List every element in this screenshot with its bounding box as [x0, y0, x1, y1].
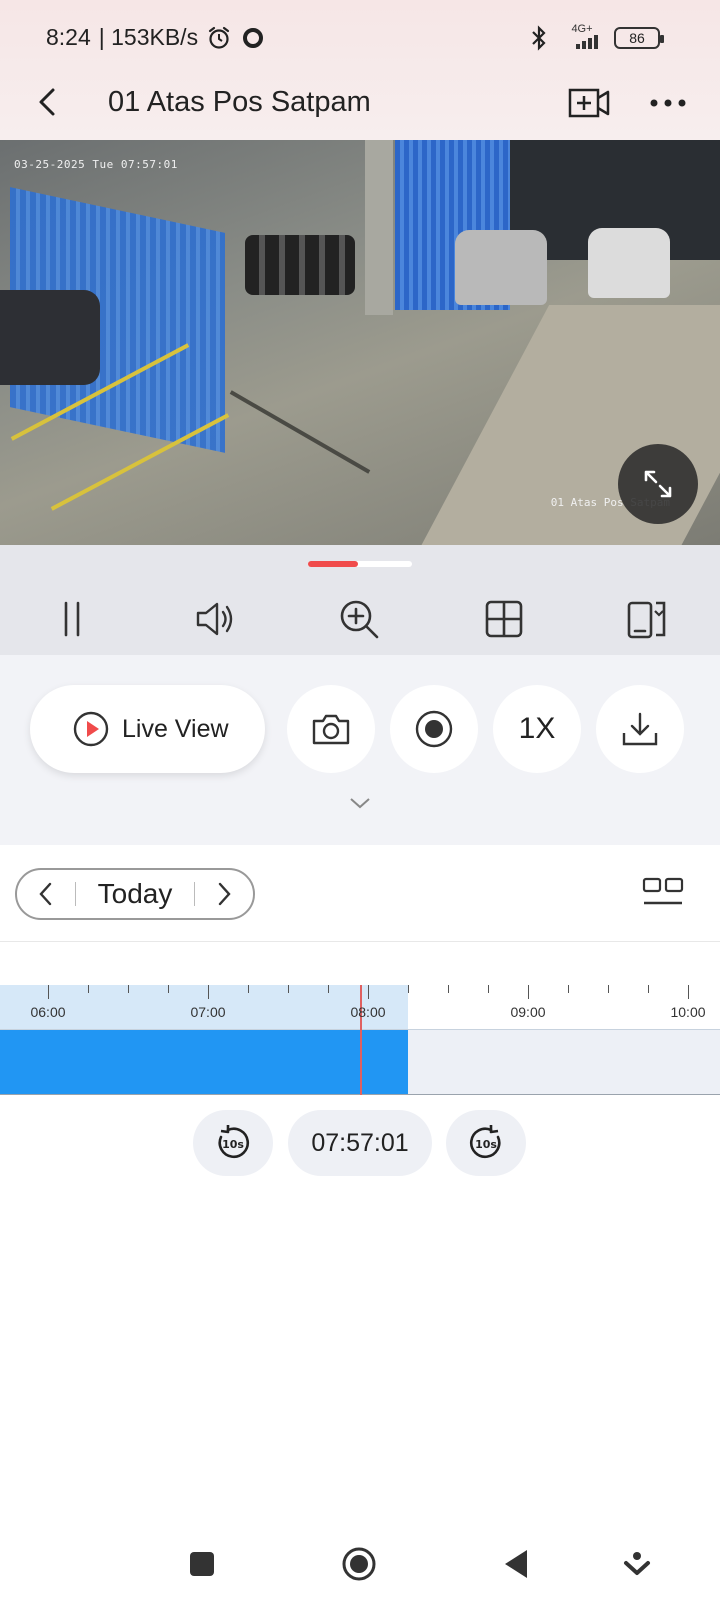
- back-nav-icon[interactable]: [497, 1545, 537, 1585]
- signal-icon: [576, 35, 598, 49]
- prev-day-button[interactable]: [17, 870, 75, 918]
- timeline-minor-tick: [88, 985, 89, 993]
- network-indicator: 4G+: [560, 24, 604, 52]
- app-header: 01 Atas Pos Satpam: [0, 70, 720, 136]
- current-time: 07:57:01: [311, 1128, 409, 1157]
- record-button[interactable]: [390, 685, 478, 773]
- date-label[interactable]: Today: [76, 878, 194, 910]
- top-bar: 8:24 | 153KB/s 4G+ 86 01 Atas Pos Satpam: [0, 0, 720, 140]
- page-title: 01 Atas Pos Satpam: [108, 86, 371, 118]
- timeline-minor-tick: [648, 985, 649, 993]
- playhead[interactable]: [360, 985, 363, 1095]
- pause-icon[interactable]: [50, 597, 94, 641]
- drag-handle[interactable]: [308, 561, 412, 567]
- action-panel: Live View 1X: [0, 655, 720, 845]
- download-button[interactable]: [596, 685, 684, 773]
- video-timestamp: 03-25-2025 Tue 07:57:01: [14, 158, 178, 171]
- assistant-icon[interactable]: [617, 1545, 657, 1585]
- playback-controls: 10s 07:57:01 10s: [0, 1110, 720, 1176]
- forward-10s-button[interactable]: 10s: [446, 1110, 526, 1176]
- timeline-major-tick: [368, 985, 369, 999]
- download-icon: [622, 712, 658, 746]
- play-icon: [73, 711, 109, 747]
- snapshot-button[interactable]: [287, 685, 375, 773]
- timeline-minor-tick: [288, 985, 289, 993]
- timeline-tick-label: 10:00: [670, 1004, 706, 1020]
- svg-text:10s: 10s: [475, 1138, 497, 1151]
- timeline-major-tick: [688, 985, 689, 999]
- timeline-major-tick: [528, 985, 529, 999]
- rewind-10s-icon: 10s: [218, 1125, 250, 1159]
- back-icon[interactable]: [28, 82, 68, 122]
- playback-card: Today 06:00 07:00 08:00 09:00 10:00 10s: [0, 845, 720, 1545]
- timeline-minor-tick: [248, 985, 249, 993]
- date-selector: Today: [15, 868, 255, 920]
- timeline-minor-tick: [488, 985, 489, 993]
- more-icon[interactable]: [645, 80, 691, 126]
- status-right: 4G+ 86: [528, 24, 664, 52]
- next-day-button[interactable]: [195, 870, 253, 918]
- timeline-minor-tick: [568, 985, 569, 993]
- bluetooth-icon: [532, 25, 546, 51]
- timeline-major-tick: [48, 985, 49, 999]
- alarm-icon: [208, 26, 230, 49]
- multi-view-icon[interactable]: [640, 873, 686, 913]
- timeline-major-tick: [208, 985, 209, 999]
- live-view-button[interactable]: Live View: [30, 685, 265, 773]
- timeline-minor-tick: [608, 985, 609, 993]
- forward-10s-icon: 10s: [469, 1125, 501, 1159]
- video-player[interactable]: 03-25-2025 Tue 07:57:01 01 Atas Pos Satp…: [0, 140, 720, 545]
- battery-indicator: 86: [614, 27, 664, 49]
- status-left: 8:24 | 153KB/s: [46, 24, 266, 51]
- timeline-minor-tick: [448, 985, 449, 993]
- chevron-left-icon: [39, 882, 52, 906]
- recorded-segment[interactable]: [0, 1030, 408, 1095]
- status-speed: | 153KB/s: [98, 24, 199, 50]
- status-bar: 8:24 | 153KB/s 4G+ 86: [0, 0, 720, 80]
- system-nav-bar: [0, 1545, 720, 1600]
- timeline-minor-tick: [328, 985, 329, 993]
- svg-text:10s: 10s: [222, 1138, 244, 1151]
- volume-icon[interactable]: [193, 597, 237, 641]
- zoom-icon[interactable]: [337, 597, 381, 641]
- timeline-tick-label: 07:00: [190, 1004, 226, 1020]
- recent-apps-icon[interactable]: [182, 1545, 222, 1585]
- timeline-tick-label: 06:00: [30, 1004, 66, 1020]
- timeline-minor-tick: [128, 985, 129, 993]
- speed-label: 1X: [518, 712, 556, 745]
- home-icon[interactable]: [339, 1545, 379, 1585]
- chevron-down-icon[interactable]: [348, 795, 372, 811]
- record-icon: [415, 710, 453, 748]
- unrecorded-segment: [408, 1030, 720, 1095]
- chevron-right-icon: [218, 882, 231, 906]
- timeline-minor-tick: [408, 985, 409, 993]
- grid-split-icon[interactable]: [482, 597, 526, 641]
- control-strip: [0, 545, 720, 655]
- camera-snapshot-icon: [312, 714, 350, 745]
- fullscreen-button[interactable]: [618, 444, 698, 524]
- rotate-screen-icon[interactable]: [625, 597, 669, 641]
- rewind-10s-button[interactable]: 10s: [193, 1110, 273, 1176]
- sync-icon: [243, 27, 264, 48]
- timeline-minor-tick: [168, 985, 169, 993]
- add-camera-icon[interactable]: [566, 80, 612, 126]
- timeline[interactable]: 06:00 07:00 08:00 09:00 10:00: [0, 985, 720, 1095]
- speed-button[interactable]: 1X: [493, 685, 581, 773]
- timeline-tick-label: 09:00: [510, 1004, 546, 1020]
- expand-icon: [644, 470, 672, 498]
- status-time: 8:24: [46, 24, 91, 50]
- live-view-label: Live View: [122, 714, 229, 743]
- timeline-tick-label: 08:00: [350, 1004, 386, 1020]
- current-time-display: 07:57:01: [288, 1110, 432, 1176]
